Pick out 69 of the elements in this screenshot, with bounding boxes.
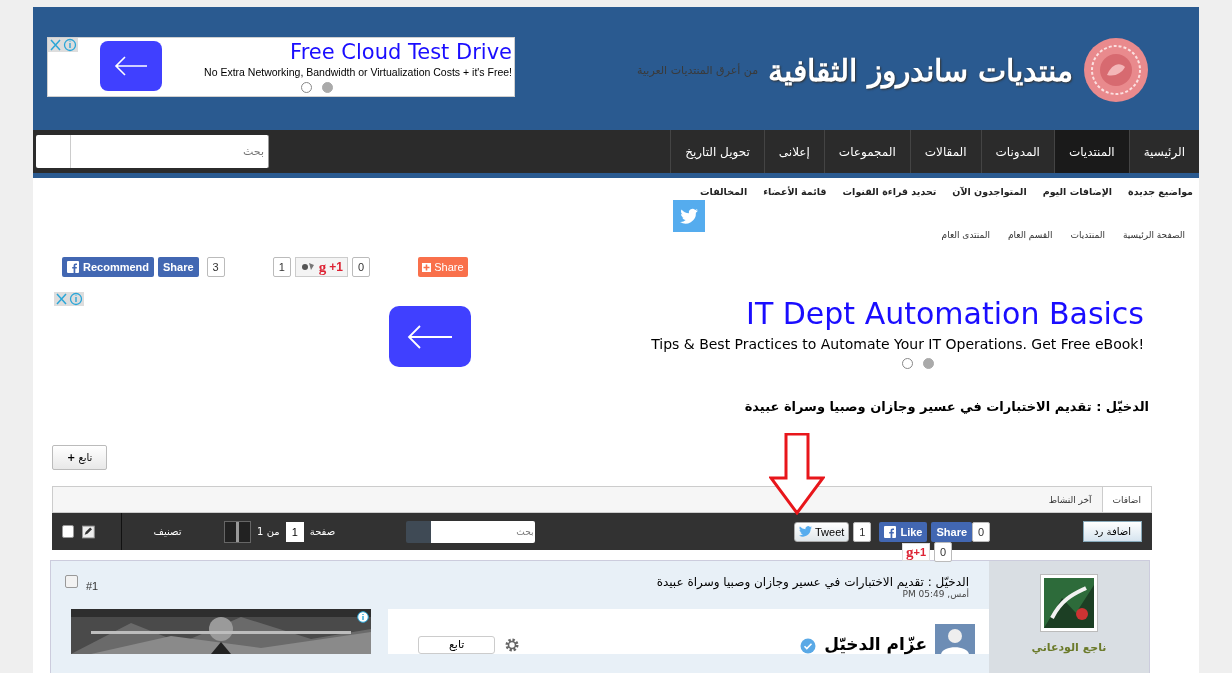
emblem-icon	[1083, 37, 1149, 103]
gplus-count: 0	[934, 542, 953, 562]
ad-text: Tips & Best Practices to Automate Your IT Operations. Get Free eBook!	[651, 336, 1144, 352]
page-number-field[interactable]: 1	[285, 521, 304, 542]
breadcrumb-link[interactable]: المنتديات	[1070, 230, 1105, 240]
select-all-checkbox[interactable]	[62, 525, 74, 538]
facebook-icon	[884, 525, 897, 538]
post-time: أمس, 05:49 PM	[902, 589, 969, 599]
facebook-icon	[67, 261, 79, 273]
share-count: 3	[206, 257, 225, 277]
post-checkbox[interactable]	[65, 575, 78, 588]
slide-dot[interactable]	[922, 358, 934, 369]
follow-button[interactable]: + تابع	[52, 445, 108, 470]
author-name[interactable]: ناجع الودعاني	[1031, 641, 1107, 654]
subnav-link[interactable]: مواضيع جديدة	[1128, 186, 1193, 197]
thread-title: الدخيّل : تقديم الاختبارات في عسير وجازان وصبيا وسراة عبيدة	[744, 399, 1149, 414]
account-name[interactable]: عزّام الدخيّل	[824, 634, 927, 654]
nav-tab[interactable]: المنتديات	[1053, 130, 1129, 173]
tab[interactable]: اضافات	[1101, 487, 1151, 512]
search-field[interactable]: بحث	[71, 135, 269, 168]
subnav-link[interactable]: المخالفات	[700, 186, 748, 197]
post-title: الدخيّل : تقديم الاختبارات في عسير وجازان وصبيا وسراة عبيدة	[655, 575, 969, 589]
search-button[interactable]	[406, 520, 432, 543]
twitter-bird-icon[interactable]	[673, 200, 705, 232]
ad-banner[interactable]: IT Dept Automation Basics Tips & Best Practices to Automate Your IT Operations. Get Free eBook!	[54, 292, 1144, 378]
recommend-button[interactable]: Recommend	[62, 257, 155, 277]
subnav-link[interactable]: المتواجدون الآن	[952, 186, 1027, 197]
site-logo[interactable]: منتديات ساندروز الثقافية	[768, 52, 1073, 88]
share-button[interactable]: Share	[931, 521, 973, 542]
gplus-count: 1	[272, 257, 291, 277]
slide-dot[interactable]	[322, 82, 333, 93]
tab[interactable]: آخر النشاط	[1038, 487, 1102, 512]
arrow-left-icon	[114, 56, 148, 76]
plus-icon	[422, 262, 432, 272]
tweet-count: 1	[853, 521, 872, 542]
back-arrow-button[interactable]	[100, 41, 162, 91]
breadcrumb-link[interactable]: الصفحة الرئيسية	[1122, 230, 1185, 240]
share-button[interactable]: Share	[158, 257, 199, 277]
subnav-link[interactable]: تحديد قراءة القنوات	[842, 186, 937, 197]
arrow-left-icon	[407, 324, 453, 349]
slide-dot[interactable]	[301, 82, 312, 93]
ad-info-icon[interactable]	[357, 611, 369, 623]
subnav-link[interactable]: قائمة الأعضاء	[763, 186, 827, 197]
back-arrow-button[interactable]	[389, 306, 471, 367]
ad-text: No Extra Networking, Bandwidth or Virtualization Costs + it's Free!	[204, 66, 512, 78]
site-tagline: من أعرق المنتديات العربية	[637, 63, 759, 77]
ad-banner[interactable]: Free Cloud Test Drive No Extra Networking, Bandwidth or Virtualization Costs + it's Free!	[47, 37, 515, 97]
page-nav-button[interactable]	[223, 520, 252, 543]
follow-button[interactable]: تابع	[418, 636, 496, 654]
ad-title[interactable]: IT Dept Automation Basics	[746, 292, 1144, 336]
breadcrumb-link[interactable]: القسم العام	[1008, 230, 1053, 240]
breadcrumb-link[interactable]: المنتدى العام	[941, 230, 990, 240]
sort-link[interactable]: تصنيف	[153, 526, 182, 537]
share-count: 0	[972, 521, 991, 542]
gplus-button[interactable]: g +1	[294, 257, 349, 277]
search-field[interactable]: بحث	[431, 520, 536, 543]
slide-dot[interactable]	[901, 358, 913, 369]
page-label: صفحة	[309, 526, 336, 537]
reply-button[interactable]: اضافة رد	[1083, 521, 1142, 542]
post-number[interactable]: #1	[86, 580, 99, 592]
gplus-button[interactable]: g+1	[902, 543, 931, 561]
tweet-button[interactable]: Tweet	[794, 521, 850, 542]
twitter-bird-icon	[799, 526, 812, 537]
ad-title[interactable]: Free Cloud Test Drive	[290, 38, 512, 66]
edit-icon[interactable]	[81, 524, 95, 539]
like-button[interactable]: Like	[879, 521, 928, 542]
subnav-link[interactable]: الإضافات اليوم	[1042, 186, 1113, 197]
gplus-count: 0	[352, 257, 371, 277]
page-count: من 1	[257, 526, 280, 537]
